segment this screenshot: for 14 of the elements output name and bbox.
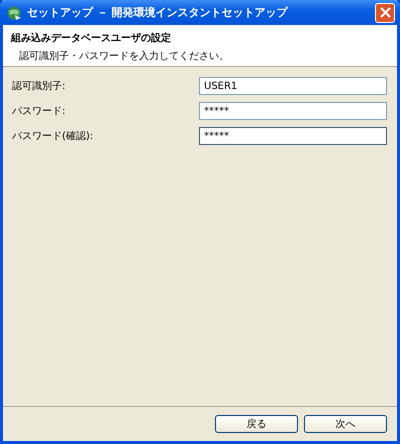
instruction-text: 認可識別子・パスワードを入力してください。 [19,50,230,63]
dialog-button[interactable]: 戻る [215,415,298,433]
section-title: 組み込みデータベースユーザの設定 [11,31,172,45]
close-button[interactable] [375,2,395,22]
close-icon [380,7,390,18]
window-title: セットアップ － 開発環境インスタントセットアップ [27,5,289,20]
input-field[interactable]: ***** [199,127,387,145]
field-label: パスワード: [12,105,66,118]
field-label: 認可識別子: [12,80,66,93]
globe-icon [6,4,22,20]
input-field[interactable]: USER1 [199,77,387,95]
dialog-button[interactable]: 次へ [304,415,387,433]
field-label: パスワード(確認): [12,130,94,143]
input-field[interactable]: ***** [199,102,387,120]
